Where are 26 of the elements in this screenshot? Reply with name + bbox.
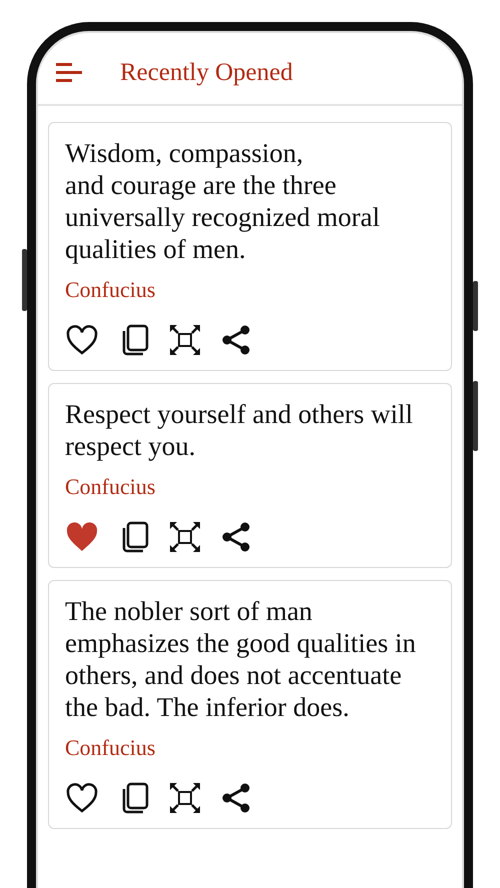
fullscreen-icon — [169, 521, 201, 553]
heart-icon — [65, 324, 99, 356]
screen-title: Recently Opened — [120, 58, 293, 88]
fullscreen-button[interactable] — [169, 782, 201, 814]
share-icon — [221, 325, 251, 355]
share-button[interactable] — [221, 522, 251, 552]
menu-button[interactable] — [56, 62, 82, 84]
share-button[interactable] — [221, 783, 251, 813]
quote-text: The nobler sort of man emphasizes the good qualities in others, and does not accentuate the bad. The inferior does. — [65, 595, 417, 723]
quote-author: Confucius — [65, 734, 156, 762]
share-icon — [221, 783, 251, 813]
share-icon — [221, 522, 251, 552]
fullscreen-button[interactable] — [169, 521, 201, 553]
like-button[interactable] — [65, 782, 99, 814]
menu-icon — [56, 62, 82, 84]
fullscreen-button[interactable] — [169, 324, 201, 356]
quote-text: Wisdom, compassion, and courage are the three universally recognized moral qualities of men. — [65, 137, 381, 265]
like-button[interactable] — [65, 324, 99, 356]
quote-text: Respect yourself and others will respect you. — [65, 398, 414, 462]
heart-icon — [65, 521, 99, 553]
quote-author: Confucius — [65, 473, 156, 501]
quote-author: Confucius — [65, 276, 156, 304]
heart-icon — [65, 782, 99, 814]
fullscreen-icon — [169, 324, 201, 356]
share-button[interactable] — [221, 325, 251, 355]
fullscreen-icon — [169, 782, 201, 814]
